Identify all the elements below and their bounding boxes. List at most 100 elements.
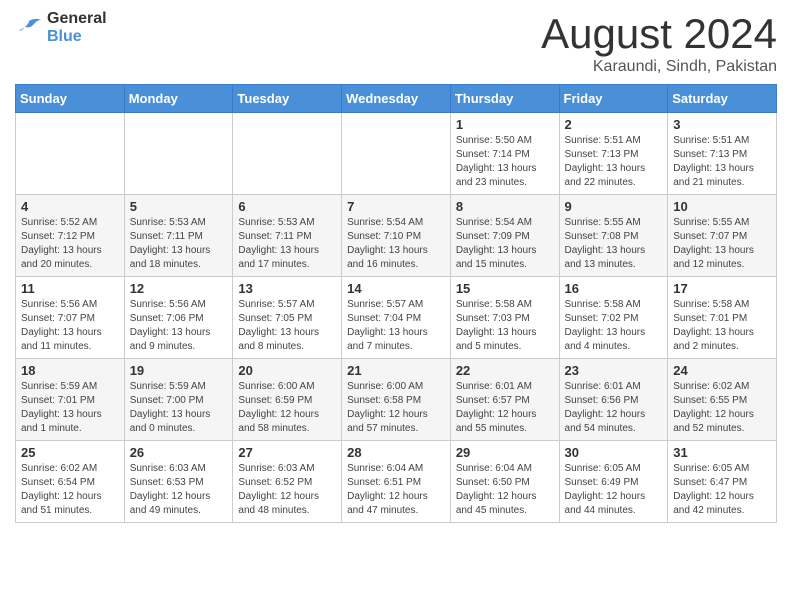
day-number: 12 <box>130 281 228 296</box>
day-info: Sunrise: 6:05 AMSunset: 6:47 PMDaylight:… <box>673 462 771 518</box>
day-info: Sunrise: 5:55 AMSunset: 7:08 PMDaylight:… <box>565 216 663 272</box>
logo-general: General <box>47 10 107 27</box>
weekday-header-cell: Wednesday <box>342 85 451 113</box>
day-number: 9 <box>565 199 663 214</box>
day-number: 25 <box>21 445 119 460</box>
calendar-day-cell: 28Sunrise: 6:04 AMSunset: 6:51 PMDayligh… <box>342 441 451 523</box>
day-number: 6 <box>238 199 336 214</box>
logo: General Blue <box>15 10 107 46</box>
day-info: Sunrise: 5:50 AMSunset: 7:14 PMDaylight:… <box>456 134 554 190</box>
calendar-day-cell: 10 Sunrise: 5:55 AMSunset: 7:07 PMDayligh… <box>668 195 777 277</box>
calendar-day-cell: 13Sunrise: 5:57 AMSunset: 7:05 PMDayligh… <box>233 277 342 359</box>
day-number: 13 <box>238 281 336 296</box>
day-info: Sunrise: 5:55 AMSunset: 7:07 PMDaylight:… <box>673 216 771 272</box>
calendar-day-cell: 1 Sunrise: 5:50 AMSunset: 7:14 PMDaylight… <box>450 113 559 195</box>
day-number: 1 <box>456 117 554 132</box>
day-info: Sunrise: 5:51 AMSunset: 7:13 PMDaylight:… <box>565 134 663 190</box>
calendar-day-cell: 26Sunrise: 6:03 AMSunset: 6:53 PMDayligh… <box>124 441 233 523</box>
day-number: 15 <box>456 281 554 296</box>
calendar-week-row: 1 Sunrise: 5:50 AMSunset: 7:14 PMDaylight… <box>16 113 777 195</box>
title-block: August 2024 Karaundi, Sindh, Pakistan <box>541 10 777 76</box>
day-number: 7 <box>347 199 445 214</box>
day-info: Sunrise: 5:59 AMSunset: 7:01 PMDaylight:… <box>21 380 119 436</box>
calendar-day-cell: 9 Sunrise: 5:55 AMSunset: 7:08 PMDaylight… <box>559 195 668 277</box>
day-info: Sunrise: 5:53 AMSunset: 7:11 PMDaylight:… <box>130 216 228 272</box>
calendar-day-cell: 8Sunrise: 5:54 AMSunset: 7:09 PMDaylight… <box>450 195 559 277</box>
day-number: 31 <box>673 445 771 460</box>
day-number: 19 <box>130 363 228 378</box>
day-info: Sunrise: 5:54 AMSunset: 7:09 PMDaylight:… <box>456 216 554 272</box>
calendar-table: SundayMondayTuesdayWednesdayThursdayFrid… <box>15 84 777 523</box>
calendar-day-cell: 7 Sunrise: 5:54 AMSunset: 7:10 PMDaylight… <box>342 195 451 277</box>
calendar-day-cell: 29 Sunrise: 6:04 AMSunset: 6:50 PMDayligh… <box>450 441 559 523</box>
day-info: Sunrise: 5:56 AMSunset: 7:06 PMDaylight:… <box>130 298 228 354</box>
calendar-week-row: 11Sunrise: 5:56 AMSunset: 7:07 PMDayligh… <box>16 277 777 359</box>
calendar-day-cell: 20 Sunrise: 6:00 AMSunset: 6:59 PMDayligh… <box>233 359 342 441</box>
day-number: 26 <box>130 445 228 460</box>
day-info: Sunrise: 5:54 AMSunset: 7:10 PMDaylight:… <box>347 216 445 272</box>
weekday-header-cell: Thursday <box>450 85 559 113</box>
calendar-day-cell: 3 Sunrise: 5:51 AMSunset: 7:13 PMDaylight… <box>668 113 777 195</box>
calendar-day-cell: 17Sunrise: 5:58 AMSunset: 7:01 PMDayligh… <box>668 277 777 359</box>
day-number: 20 <box>238 363 336 378</box>
calendar-week-row: 4 Sunrise: 5:52 AMSunset: 7:12 PMDaylight… <box>16 195 777 277</box>
calendar-day-cell: 6Sunrise: 5:53 AMSunset: 7:11 PMDaylight… <box>233 195 342 277</box>
page-header: General Blue August 2024 Karaundi, Sindh… <box>15 10 777 76</box>
weekday-header-cell: Monday <box>124 85 233 113</box>
weekday-header-cell: Sunday <box>16 85 125 113</box>
day-number: 30 <box>565 445 663 460</box>
day-info: Sunrise: 6:01 AMSunset: 6:57 PMDaylight:… <box>456 380 554 436</box>
calendar-day-cell: 2 Sunrise: 5:51 AMSunset: 7:13 PMDaylight… <box>559 113 668 195</box>
day-info: Sunrise: 5:58 AMSunset: 7:03 PMDaylight:… <box>456 298 554 354</box>
calendar-day-cell <box>233 113 342 195</box>
day-number: 14 <box>347 281 445 296</box>
calendar-day-cell: 12 Sunrise: 5:56 AMSunset: 7:06 PMDayligh… <box>124 277 233 359</box>
logo-blue: Blue <box>47 28 82 45</box>
calendar-day-cell: 31 Sunrise: 6:05 AMSunset: 6:47 PMDayligh… <box>668 441 777 523</box>
weekday-header-cell: Tuesday <box>233 85 342 113</box>
weekday-header-cell: Saturday <box>668 85 777 113</box>
calendar-day-cell: 22 Sunrise: 6:01 AMSunset: 6:57 PMDayligh… <box>450 359 559 441</box>
calendar-day-cell: 30 Sunrise: 6:05 AMSunset: 6:49 PMDayligh… <box>559 441 668 523</box>
calendar-day-cell: 23Sunrise: 6:01 AMSunset: 6:56 PMDayligh… <box>559 359 668 441</box>
day-number: 21 <box>347 363 445 378</box>
day-info: Sunrise: 6:00 AMSunset: 6:58 PMDaylight:… <box>347 380 445 436</box>
day-number: 18 <box>21 363 119 378</box>
calendar-day-cell: 15 Sunrise: 5:58 AMSunset: 7:03 PMDayligh… <box>450 277 559 359</box>
day-info: Sunrise: 6:02 AMSunset: 6:54 PMDaylight:… <box>21 462 119 518</box>
calendar-week-row: 18 Sunrise: 5:59 AMSunset: 7:01 PMDayligh… <box>16 359 777 441</box>
calendar-day-cell: 4 Sunrise: 5:52 AMSunset: 7:12 PMDaylight… <box>16 195 125 277</box>
day-number: 10 <box>673 199 771 214</box>
day-number: 16 <box>565 281 663 296</box>
day-info: Sunrise: 6:03 AMSunset: 6:52 PMDaylight:… <box>238 462 336 518</box>
day-info: Sunrise: 6:04 AMSunset: 6:51 PMDaylight:… <box>347 462 445 518</box>
day-number: 4 <box>21 199 119 214</box>
day-number: 3 <box>673 117 771 132</box>
day-info: Sunrise: 6:05 AMSunset: 6:49 PMDaylight:… <box>565 462 663 518</box>
day-info: Sunrise: 6:01 AMSunset: 6:56 PMDaylight:… <box>565 380 663 436</box>
day-number: 29 <box>456 445 554 460</box>
calendar-week-row: 25 Sunrise: 6:02 AMSunset: 6:54 PMDayligh… <box>16 441 777 523</box>
calendar-day-cell: 27Sunrise: 6:03 AMSunset: 6:52 PMDayligh… <box>233 441 342 523</box>
calendar-day-cell: 25 Sunrise: 6:02 AMSunset: 6:54 PMDayligh… <box>16 441 125 523</box>
logo-bird-icon <box>15 17 43 39</box>
day-info: Sunrise: 6:04 AMSunset: 6:50 PMDaylight:… <box>456 462 554 518</box>
weekday-header-row: SundayMondayTuesdayWednesdayThursdayFrid… <box>16 85 777 113</box>
day-info: Sunrise: 6:00 AMSunset: 6:59 PMDaylight:… <box>238 380 336 436</box>
day-number: 22 <box>456 363 554 378</box>
day-info: Sunrise: 6:02 AMSunset: 6:55 PMDaylight:… <box>673 380 771 436</box>
calendar-day-cell: 11Sunrise: 5:56 AMSunset: 7:07 PMDayligh… <box>16 277 125 359</box>
calendar-day-cell <box>342 113 451 195</box>
day-info: Sunrise: 5:52 AMSunset: 7:12 PMDaylight:… <box>21 216 119 272</box>
weekday-header-cell: Friday <box>559 85 668 113</box>
day-number: 24 <box>673 363 771 378</box>
calendar-day-cell: 16 Sunrise: 5:58 AMSunset: 7:02 PMDayligh… <box>559 277 668 359</box>
day-number: 2 <box>565 117 663 132</box>
day-info: Sunrise: 5:58 AMSunset: 7:01 PMDaylight:… <box>673 298 771 354</box>
calendar-day-cell <box>16 113 125 195</box>
day-info: Sunrise: 5:51 AMSunset: 7:13 PMDaylight:… <box>673 134 771 190</box>
calendar-body: 1 Sunrise: 5:50 AMSunset: 7:14 PMDaylight… <box>16 113 777 523</box>
calendar-day-cell: 5Sunrise: 5:53 AMSunset: 7:11 PMDaylight… <box>124 195 233 277</box>
month-year-title: August 2024 <box>541 10 777 58</box>
day-info: Sunrise: 5:58 AMSunset: 7:02 PMDaylight:… <box>565 298 663 354</box>
